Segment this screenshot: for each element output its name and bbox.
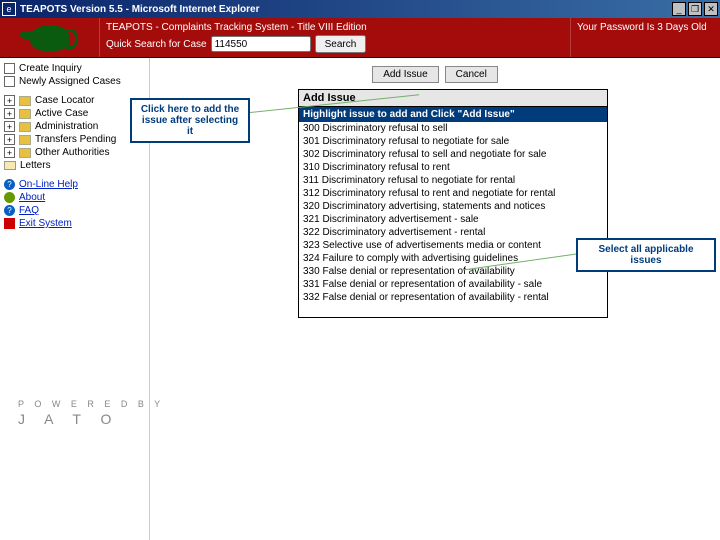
issue-list-item[interactable]: 302 Discriminatory refusal to sell and n… (299, 148, 607, 161)
password-notice: Your Password Is 3 Days Old (570, 18, 720, 57)
window-controls: _ ❐ ✕ (672, 2, 718, 16)
sidebar-tree-item[interactable]: + Active Case (2, 107, 147, 120)
callout-select-issues: Select all applicable issues (576, 238, 716, 272)
powered-line2: J A T O (18, 410, 164, 430)
banner-middle: TEAPOTS - Complaints Tracking System - T… (100, 18, 570, 57)
search-button[interactable]: Search (315, 35, 367, 53)
issue-list-item[interactable]: 324 Failure to comply with advertising g… (299, 252, 607, 265)
sidebar-tree-item[interactable]: Letters (2, 159, 147, 172)
help-icon: ? (4, 179, 15, 190)
issue-list-item[interactable]: 332 False denial or representation of av… (299, 291, 607, 304)
sidebar-item-label: Letters (20, 160, 51, 171)
sidebar-link-label[interactable]: About (19, 192, 45, 203)
box-icon (4, 76, 15, 87)
app-banner: TEAPOTS - Complaints Tracking System - T… (0, 18, 720, 58)
sidebar-tree-item[interactable]: + Other Authorities (2, 146, 147, 159)
powered-line1: P O W E R E D B Y (18, 398, 164, 411)
close-button[interactable]: ✕ (704, 2, 718, 16)
issue-list-item[interactable]: 301 Discriminatory refusal to negotiate … (299, 135, 607, 148)
sidebar-link-item[interactable]: About (2, 191, 147, 204)
sidebar-item-label: Other Authorities (35, 147, 109, 158)
issue-listbox[interactable]: 300 Discriminatory refusal to sell301 Di… (299, 122, 607, 317)
folder-icon (19, 148, 31, 158)
sidebar-link-item[interactable]: ? FAQ (2, 204, 147, 217)
plus-icon: + (4, 147, 15, 158)
issue-list-item[interactable]: 323 Selective use of advertisements medi… (299, 239, 607, 252)
callout-add-issue: Click here to add the issue after select… (130, 98, 250, 143)
help-icon: ? (4, 205, 15, 216)
content-area: Add Issue Cancel Click here to add the i… (150, 58, 720, 540)
sidebar-item-label: Transfers Pending (35, 134, 116, 145)
powered-by: P O W E R E D B Y J A T O (18, 398, 164, 430)
sidebar-tree-item[interactable]: + Case Locator (2, 94, 147, 107)
quick-search-row: Quick Search for Case Search (106, 35, 564, 53)
sidebar-link-label[interactable]: On-Line Help (19, 179, 78, 190)
issue-list-item[interactable]: 322 Discriminatory advertisement - renta… (299, 226, 607, 239)
gear-icon (4, 192, 15, 203)
issue-list-item[interactable]: 310 Discriminatory refusal to rent (299, 161, 607, 174)
maximize-button[interactable]: ❐ (688, 2, 702, 16)
sidebar-link-item[interactable]: Exit System (2, 217, 147, 230)
sidebar-item-label: Case Locator (35, 95, 94, 106)
folder-icon (19, 96, 31, 106)
sidebar-top-item[interactable]: Create Inquiry (2, 62, 147, 75)
ie-icon: e (2, 2, 16, 16)
plus-icon: + (4, 121, 15, 132)
sidebar-link-label[interactable]: FAQ (19, 205, 39, 216)
panel-subtitle: Highlight issue to add and Click "Add Is… (299, 107, 607, 122)
folder-icon (19, 122, 31, 132)
issue-list-item[interactable]: 330 False denial or representation of av… (299, 265, 607, 278)
issue-list-item[interactable]: 331 False denial or representation of av… (299, 278, 607, 291)
sidebar: Create Inquiry Newly Assigned Cases + Case… (0, 58, 150, 540)
issue-list-item[interactable]: 320 Discriminatory advertising, statemen… (299, 200, 607, 213)
window-title: TEAPOTS Version 5.5 - Microsoft Internet… (20, 4, 672, 15)
cancel-button[interactable]: Cancel (445, 66, 498, 83)
sidebar-top-item[interactable]: Newly Assigned Cases (2, 75, 147, 88)
add-issue-button[interactable]: Add Issue (372, 66, 438, 83)
envelope-icon (4, 161, 16, 170)
exit-icon (4, 218, 15, 229)
sidebar-item-label: Active Case (35, 108, 88, 119)
box-icon (4, 63, 15, 74)
window-titlebar: e TEAPOTS Version 5.5 - Microsoft Intern… (0, 0, 720, 18)
sidebar-item-label: Administration (35, 121, 98, 132)
sidebar-link-label[interactable]: Exit System (19, 218, 72, 229)
add-issue-panel: Add Issue Highlight issue to add and Cli… (298, 89, 608, 318)
teapot-logo-icon (30, 25, 70, 51)
main-area: Create Inquiry Newly Assigned Cases + Case… (0, 58, 720, 540)
folder-icon (19, 135, 31, 145)
action-button-row: Add Issue Cancel (158, 66, 712, 83)
plus-icon: + (4, 108, 15, 119)
minimize-button[interactable]: _ (672, 2, 686, 16)
folder-icon (19, 109, 31, 119)
sidebar-tree-item[interactable]: + Administration (2, 120, 147, 133)
issue-list-item[interactable]: 312 Discriminatory refusal to rent and n… (299, 187, 607, 200)
plus-icon: + (4, 134, 15, 145)
panel-title: Add Issue (299, 90, 607, 107)
app-title: TEAPOTS - Complaints Tracking System - T… (106, 22, 564, 33)
logo-cell (0, 18, 100, 57)
issue-list-item[interactable]: 311 Discriminatory refusal to negotiate … (299, 174, 607, 187)
sidebar-item-label: Create Inquiry (19, 63, 82, 74)
sidebar-tree-item[interactable]: + Transfers Pending (2, 133, 147, 146)
plus-icon: + (4, 95, 15, 106)
issue-list-item[interactable]: 321 Discriminatory advertisement - sale (299, 213, 607, 226)
quick-search-label: Quick Search for Case (106, 39, 207, 50)
quick-search-input[interactable] (211, 36, 311, 52)
sidebar-item-label: Newly Assigned Cases (19, 76, 121, 87)
sidebar-link-item[interactable]: ? On-Line Help (2, 178, 147, 191)
issue-list-item[interactable]: 300 Discriminatory refusal to sell (299, 122, 607, 135)
